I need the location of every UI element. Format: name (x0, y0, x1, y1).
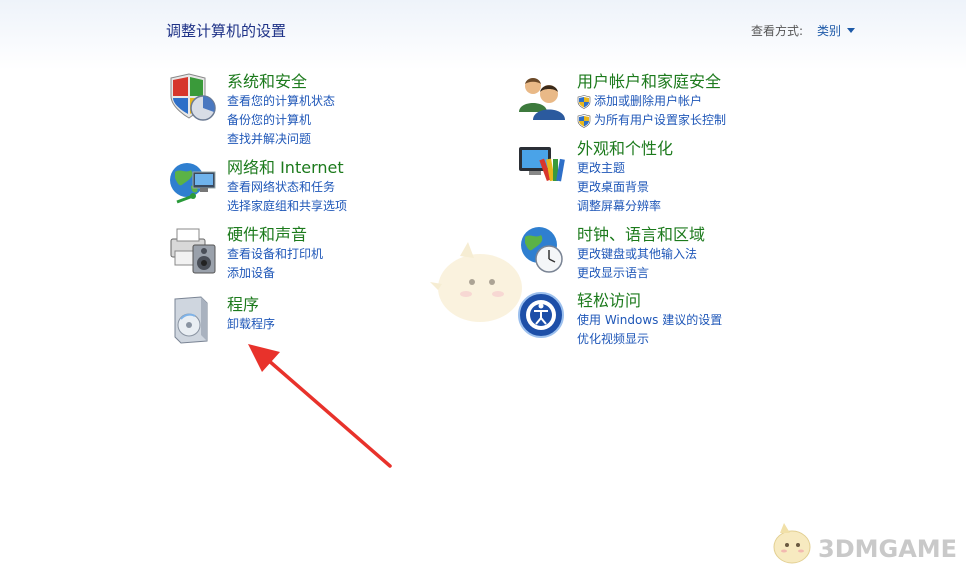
users-icon (519, 78, 565, 120)
link-change-input-method[interactable]: 更改键盘或其他输入法 (577, 245, 877, 264)
category-title[interactable]: 用户帐户和家庭安全 (577, 72, 877, 92)
link-view-computer-status[interactable]: 查看您的计算机状态 (227, 92, 527, 111)
link-find-fix-problems[interactable]: 查找并解决问题 (227, 130, 527, 149)
link-change-theme[interactable]: 更改主题 (577, 159, 877, 178)
globe-network-icon (170, 163, 216, 204)
link-homegroup-sharing[interactable]: 选择家庭组和共享选项 (227, 197, 527, 216)
page-title: 调整计算机的设置 (166, 22, 287, 40)
link-optimize-video-display[interactable]: 优化视频显示 (577, 330, 877, 349)
link-backup-computer[interactable]: 备份您的计算机 (227, 111, 527, 130)
view-by-dropdown[interactable]: 类别 (817, 22, 856, 39)
shield-chart-icon (170, 73, 216, 121)
view-by-label: 查看方式: (751, 24, 804, 38)
link-parental-controls[interactable]: 为所有用户设置家长控制 (577, 111, 877, 130)
monitor-paint-icon (519, 147, 565, 182)
category-title[interactable]: 外观和个性化 (577, 139, 877, 159)
category-title[interactable]: 时钟、语言和区域 (577, 225, 877, 245)
link-screen-resolution[interactable]: 调整屏幕分辨率 (577, 197, 877, 216)
link-change-display-language[interactable]: 更改显示语言 (577, 264, 877, 283)
link-add-remove-accounts[interactable]: 添加或删除用户帐户 (577, 92, 877, 111)
link-change-background[interactable]: 更改桌面背景 (577, 178, 877, 197)
program-disc-icon (174, 296, 208, 344)
category-title[interactable]: 系统和安全 (227, 72, 527, 92)
view-by: 查看方式: 类别 (751, 22, 856, 39)
watermark-text: 3DMGAME (818, 535, 958, 563)
category-title[interactable]: 网络和 Internet (227, 158, 527, 178)
link-view-network-status[interactable]: 查看网络状态和任务 (227, 178, 527, 197)
category-title[interactable]: 轻松访问 (577, 291, 877, 311)
mascot-watermark-icon (430, 242, 522, 322)
link-windows-recommended-settings[interactable]: 使用 Windows 建议的设置 (577, 311, 877, 330)
link-label: 添加或删除用户帐户 (594, 94, 703, 108)
printer-speaker-icon (170, 228, 216, 274)
view-by-value: 类别 (817, 24, 842, 38)
uac-shield-icon (577, 113, 591, 128)
chevron-down-icon (847, 28, 856, 33)
uac-shield-icon (577, 94, 591, 109)
link-label: 为所有用户设置家长控制 (594, 113, 727, 127)
